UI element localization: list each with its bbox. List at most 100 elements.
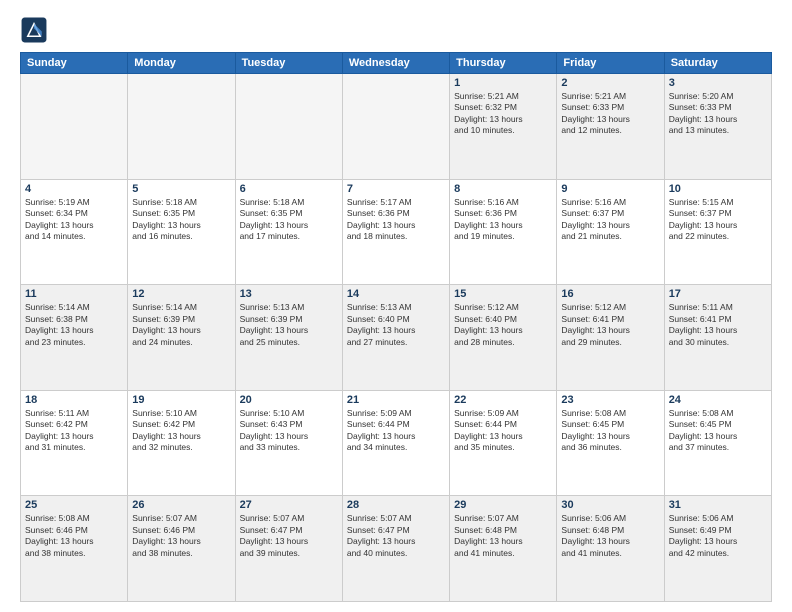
calendar-day-cell: 21Sunrise: 5:09 AM Sunset: 6:44 PM Dayli… xyxy=(342,390,449,496)
weekday-header: Monday xyxy=(128,53,235,74)
day-info: Sunrise: 5:16 AM Sunset: 6:36 PM Dayligh… xyxy=(454,197,552,243)
calendar-day-cell xyxy=(128,74,235,180)
calendar-day-cell: 6 Sunrise: 5:18 AM Sunset: 6:35 PM Daylig… xyxy=(235,179,342,285)
calendar-day-cell: 28 Sunrise: 5:07 AM Sunset: 6:47 PM Dayli… xyxy=(342,496,449,602)
day-number: 7 xyxy=(347,183,445,195)
day-info: Sunrise: 5:17 AM Sunset: 6:36 PM Dayligh… xyxy=(347,197,445,243)
day-number: 17 xyxy=(669,288,767,300)
calendar-day-cell: 19Sunrise: 5:10 AM Sunset: 6:42 PM Dayli… xyxy=(128,390,235,496)
day-number: 23 xyxy=(561,394,659,406)
day-number: 18 xyxy=(25,394,123,406)
day-info: Sunrise: 5:14 AM Sunset: 6:38 PM Dayligh… xyxy=(25,302,123,348)
calendar-day-cell: 14 Sunrise: 5:13 AM Sunset: 6:40 PM Dayli… xyxy=(342,285,449,391)
day-number: 28 xyxy=(347,499,445,511)
day-info: Sunrise: 5:12 AM Sunset: 6:40 PM Dayligh… xyxy=(454,302,552,348)
day-info: Sunrise: 5:18 AM Sunset: 6:35 PM Dayligh… xyxy=(240,197,338,243)
calendar-day-cell: 8 Sunrise: 5:16 AM Sunset: 6:36 PM Daylig… xyxy=(450,179,557,285)
calendar-day-cell: 30Sunrise: 5:06 AM Sunset: 6:48 PM Dayli… xyxy=(557,496,664,602)
day-info: Sunrise: 5:21 AM Sunset: 6:32 PM Dayligh… xyxy=(454,91,552,137)
calendar-day-cell: 2 Sunrise: 5:21 AM Sunset: 6:33 PM Daylig… xyxy=(557,74,664,180)
day-number: 29 xyxy=(454,499,552,511)
calendar-day-cell: 26 Sunrise: 5:07 AM Sunset: 6:46 PM Dayli… xyxy=(128,496,235,602)
day-number: 30 xyxy=(561,499,659,511)
calendar-day-cell: 12 Sunrise: 5:14 AM Sunset: 6:39 PM Dayli… xyxy=(128,285,235,391)
day-number: 5 xyxy=(132,183,230,195)
day-number: 19 xyxy=(132,394,230,406)
calendar-day-cell xyxy=(342,74,449,180)
calendar-day-cell: 17Sunrise: 5:11 AM Sunset: 6:41 PM Dayli… xyxy=(664,285,771,391)
day-info: Sunrise: 5:07 AM Sunset: 6:46 PM Dayligh… xyxy=(132,513,230,559)
day-info: Sunrise: 5:14 AM Sunset: 6:39 PM Dayligh… xyxy=(132,302,230,348)
page-header xyxy=(20,16,772,44)
calendar-day-cell: 18 Sunrise: 5:11 AM Sunset: 6:42 PM Dayli… xyxy=(21,390,128,496)
day-info: Sunrise: 5:07 AM Sunset: 6:47 PM Dayligh… xyxy=(347,513,445,559)
calendar-day-cell: 4 Sunrise: 5:19 AM Sunset: 6:34 PM Daylig… xyxy=(21,179,128,285)
weekday-header: Friday xyxy=(557,53,664,74)
day-info: Sunrise: 5:20 AM Sunset: 6:33 PM Dayligh… xyxy=(669,91,767,137)
calendar-day-cell: 31 Sunrise: 5:06 AM Sunset: 6:49 PM Dayli… xyxy=(664,496,771,602)
calendar-day-cell: 25 Sunrise: 5:08 AM Sunset: 6:46 PM Dayli… xyxy=(21,496,128,602)
day-info: Sunrise: 5:09 AM Sunset: 6:44 PM Dayligh… xyxy=(454,408,552,454)
calendar-day-cell: 16 Sunrise: 5:12 AM Sunset: 6:41 PM Dayli… xyxy=(557,285,664,391)
day-info: Sunrise: 5:12 AM Sunset: 6:41 PM Dayligh… xyxy=(561,302,659,348)
day-info: Sunrise: 5:08 AM Sunset: 6:45 PM Dayligh… xyxy=(669,408,767,454)
day-info: Sunrise: 5:08 AM Sunset: 6:46 PM Dayligh… xyxy=(25,513,123,559)
calendar-day-cell: 10Sunrise: 5:15 AM Sunset: 6:37 PM Dayli… xyxy=(664,179,771,285)
calendar-day-cell: 5 Sunrise: 5:18 AM Sunset: 6:35 PM Daylig… xyxy=(128,179,235,285)
day-number: 14 xyxy=(347,288,445,300)
calendar-day-cell: 23 Sunrise: 5:08 AM Sunset: 6:45 PM Dayli… xyxy=(557,390,664,496)
day-info: Sunrise: 5:21 AM Sunset: 6:33 PM Dayligh… xyxy=(561,91,659,137)
day-number: 20 xyxy=(240,394,338,406)
day-number: 21 xyxy=(347,394,445,406)
day-number: 26 xyxy=(132,499,230,511)
logo xyxy=(20,16,52,44)
day-info: Sunrise: 5:19 AM Sunset: 6:34 PM Dayligh… xyxy=(25,197,123,243)
calendar-body: 1 Sunrise: 5:21 AM Sunset: 6:32 PM Daylig… xyxy=(21,74,772,602)
day-number: 27 xyxy=(240,499,338,511)
day-info: Sunrise: 5:11 AM Sunset: 6:42 PM Dayligh… xyxy=(25,408,123,454)
day-number: 25 xyxy=(25,499,123,511)
calendar-day-cell: 9 Sunrise: 5:16 AM Sunset: 6:37 PM Daylig… xyxy=(557,179,664,285)
day-number: 31 xyxy=(669,499,767,511)
weekday-header: Wednesday xyxy=(342,53,449,74)
weekday-header: Sunday xyxy=(21,53,128,74)
day-number: 22 xyxy=(454,394,552,406)
day-number: 9 xyxy=(561,183,659,195)
day-number: 24 xyxy=(669,394,767,406)
calendar-day-cell xyxy=(21,74,128,180)
calendar-day-cell: 29 Sunrise: 5:07 AM Sunset: 6:48 PM Dayli… xyxy=(450,496,557,602)
day-info: Sunrise: 5:13 AM Sunset: 6:39 PM Dayligh… xyxy=(240,302,338,348)
calendar-day-cell: 11 Sunrise: 5:14 AM Sunset: 6:38 PM Dayli… xyxy=(21,285,128,391)
day-info: Sunrise: 5:06 AM Sunset: 6:49 PM Dayligh… xyxy=(669,513,767,559)
calendar-table: SundayMondayTuesdayWednesdayThursdayFrid… xyxy=(20,52,772,602)
day-number: 12 xyxy=(132,288,230,300)
calendar-day-cell: 27 Sunrise: 5:07 AM Sunset: 6:47 PM Dayli… xyxy=(235,496,342,602)
day-info: Sunrise: 5:10 AM Sunset: 6:43 PM Dayligh… xyxy=(240,408,338,454)
logo-icon xyxy=(20,16,48,44)
day-number: 11 xyxy=(25,288,123,300)
calendar-week-row: 11 Sunrise: 5:14 AM Sunset: 6:38 PM Dayli… xyxy=(21,285,772,391)
day-number: 4 xyxy=(25,183,123,195)
day-number: 10 xyxy=(669,183,767,195)
weekday-header: Thursday xyxy=(450,53,557,74)
day-info: Sunrise: 5:07 AM Sunset: 6:47 PM Dayligh… xyxy=(240,513,338,559)
calendar-week-row: 25 Sunrise: 5:08 AM Sunset: 6:46 PM Dayli… xyxy=(21,496,772,602)
calendar-day-cell: 20 Sunrise: 5:10 AM Sunset: 6:43 PM Dayli… xyxy=(235,390,342,496)
calendar-day-cell: 3 Sunrise: 5:20 AM Sunset: 6:33 PM Daylig… xyxy=(664,74,771,180)
day-number: 6 xyxy=(240,183,338,195)
day-info: Sunrise: 5:18 AM Sunset: 6:35 PM Dayligh… xyxy=(132,197,230,243)
day-number: 3 xyxy=(669,77,767,89)
calendar-week-row: 4 Sunrise: 5:19 AM Sunset: 6:34 PM Daylig… xyxy=(21,179,772,285)
calendar-day-cell: 1 Sunrise: 5:21 AM Sunset: 6:32 PM Daylig… xyxy=(450,74,557,180)
day-number: 8 xyxy=(454,183,552,195)
weekday-header: Tuesday xyxy=(235,53,342,74)
weekday-header: Saturday xyxy=(664,53,771,74)
day-number: 2 xyxy=(561,77,659,89)
day-number: 16 xyxy=(561,288,659,300)
calendar-day-cell: 7 Sunrise: 5:17 AM Sunset: 6:36 PM Daylig… xyxy=(342,179,449,285)
day-info: Sunrise: 5:13 AM Sunset: 6:40 PM Dayligh… xyxy=(347,302,445,348)
day-info: Sunrise: 5:07 AM Sunset: 6:48 PM Dayligh… xyxy=(454,513,552,559)
day-info: Sunrise: 5:08 AM Sunset: 6:45 PM Dayligh… xyxy=(561,408,659,454)
day-info: Sunrise: 5:16 AM Sunset: 6:37 PM Dayligh… xyxy=(561,197,659,243)
day-number: 1 xyxy=(454,77,552,89)
